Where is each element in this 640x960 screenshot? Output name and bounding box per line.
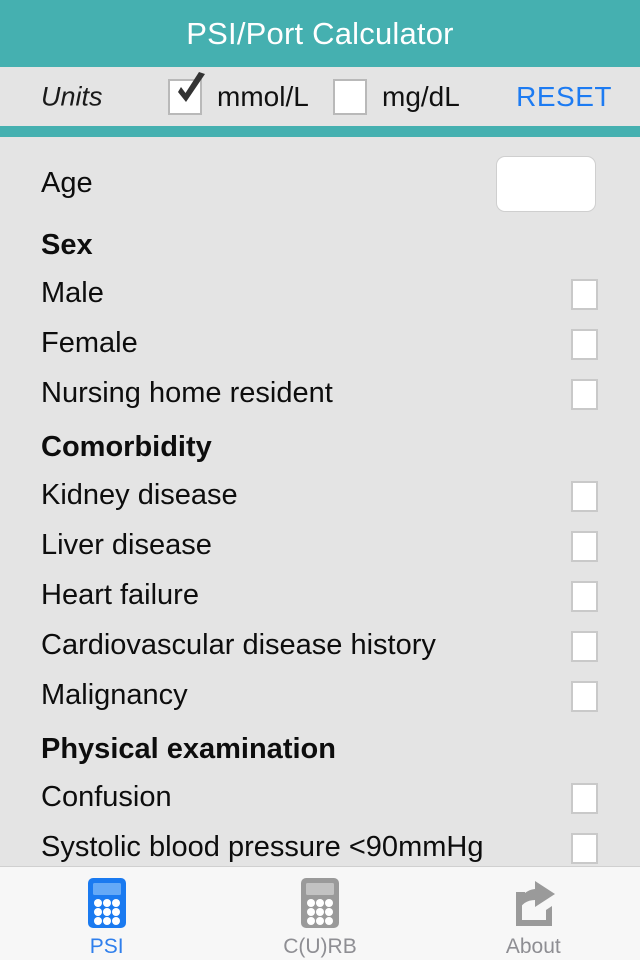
calculator-icon (87, 878, 126, 928)
form-row-label: Kidney disease (41, 479, 238, 512)
form-row-label: Confusion (41, 781, 172, 814)
units-label: Units (41, 81, 103, 111)
form-list[interactable]: Age Sex Male Female Nursing home resident Com… (0, 137, 640, 960)
form-row-label: Cardiovascular disease history (41, 629, 436, 662)
form-row-cardiovascular-disease-history[interactable]: Cardiovascular disease history (0, 621, 640, 671)
form-row-age[interactable]: Age (0, 151, 640, 217)
tab-label-psi: PSI (89, 935, 124, 958)
section-heading-label: Physical examination (41, 733, 336, 766)
unit-option-mmol[interactable]: mmol/L (168, 71, 309, 115)
app-title-bar: PSI/Port Calculator (0, 0, 640, 67)
page-title: PSI/Port Calculator (186, 16, 454, 51)
form-row-label: Female (41, 327, 138, 360)
form-row-heart-failure[interactable]: Heart failure (0, 571, 640, 621)
form-row-kidney-disease[interactable]: Kidney disease (0, 471, 640, 521)
app-root: PSI/Port Calculator Units mmol/L mg/dL R… (0, 0, 640, 960)
checkbox-female[interactable] (571, 328, 598, 360)
form-row-label: Malignancy (41, 679, 188, 712)
teal-divider (0, 126, 640, 137)
checkbox-systolic-blood-pressure-90mmhg[interactable] (571, 832, 598, 864)
checkbox-nursing-home-resident[interactable] (571, 378, 598, 410)
form-row-label: Liver disease (41, 529, 212, 562)
age-input[interactable] (496, 156, 596, 212)
unit-option-mgdl[interactable]: mg/dL (333, 78, 460, 115)
checkbox-cardiovascular-disease-history[interactable] (571, 630, 598, 662)
section-heading-physical-examination: Physical examination (0, 721, 640, 773)
share-export-icon (516, 881, 556, 926)
section-heading-sex: Sex (0, 217, 640, 269)
unit-label-mmol: mmol/L (217, 80, 309, 112)
tab-about[interactable]: About (427, 875, 640, 957)
checkbox-malignancy[interactable] (571, 680, 598, 712)
form-row-nursing-home-resident[interactable]: Nursing home resident (0, 369, 640, 419)
checkbox-liver-disease[interactable] (571, 530, 598, 562)
section-heading-label: Sex (41, 229, 93, 262)
checkmark-icon (178, 71, 205, 102)
calculator-icon (300, 878, 339, 928)
form-row-label: Systolic blood pressure <90mmHg (41, 831, 484, 864)
form-row-label: Age (41, 167, 93, 200)
checkbox-male[interactable] (571, 278, 598, 310)
tab-label-about: About (505, 935, 561, 958)
form-row-female[interactable]: Female (0, 319, 640, 369)
units-bar: Units mmol/L mg/dL RESET (0, 67, 640, 126)
form-row-label: Heart failure (41, 579, 199, 612)
checkbox-kidney-disease[interactable] (571, 480, 598, 512)
tab-label-curb: C(U)RB (283, 935, 357, 958)
form-row-liver-disease[interactable]: Liver disease (0, 521, 640, 571)
tab-curb[interactable]: C(U)RB (213, 875, 426, 957)
unit-checkbox-mmol[interactable] (168, 71, 205, 115)
form-row-male[interactable]: Male (0, 269, 640, 319)
reset-button[interactable]: RESET (512, 79, 616, 115)
form-row-confusion[interactable]: Confusion (0, 773, 640, 823)
checkbox-heart-failure[interactable] (571, 580, 598, 612)
unit-label-mgdl: mg/dL (382, 80, 460, 112)
bottom-tab-bar: PSI C(U)RB About (0, 866, 640, 960)
unit-checkbox-mgdl[interactable] (333, 78, 367, 115)
tab-psi[interactable]: PSI (0, 875, 213, 957)
form-row-label: Male (41, 277, 104, 310)
checkbox-confusion[interactable] (571, 782, 598, 814)
section-heading-comorbidity: Comorbidity (0, 419, 640, 471)
form-row-label: Nursing home resident (41, 377, 333, 410)
section-heading-label: Comorbidity (41, 431, 212, 464)
form-row-malignancy[interactable]: Malignancy (0, 671, 640, 721)
